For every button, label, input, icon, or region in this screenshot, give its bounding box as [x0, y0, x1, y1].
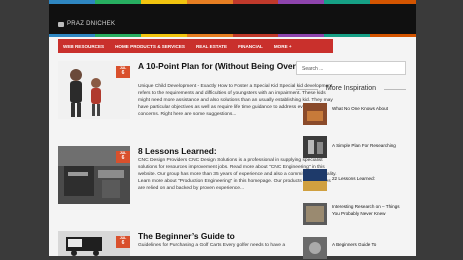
sidebar-thumbnail: [303, 169, 327, 191]
date-badge: JUL 6: [116, 151, 130, 163]
sidebar-post-title: What No One Knows About: [332, 106, 388, 111]
badge-day: 6: [121, 155, 125, 161]
post-thumbnail[interactable]: JUL 6: [58, 146, 130, 204]
page-content: WEB RESOURCES HOME PRODUCTS & SERVICES R…: [49, 37, 416, 259]
post-thumbnail[interactable]: JUL 6: [58, 231, 130, 256]
sidebar-thumbnail: [303, 103, 327, 125]
main-nav: WEB RESOURCES HOME PRODUCTS & SERVICES R…: [58, 39, 333, 53]
sidebar-post-item[interactable]: 22 Lessons Learned:: [303, 169, 408, 192]
date-badge: JUL 6: [116, 236, 130, 248]
nav-item-home-products[interactable]: HOME PRODUCTS & SERVICES: [110, 44, 191, 49]
site-logo[interactable]: PRAZ DNICHEK: [58, 21, 115, 27]
search-input[interactable]: Search ...: [296, 61, 406, 75]
sidebar-post-title: Interesting Research on – Things You Pro…: [332, 204, 400, 216]
nav-item-real-estate[interactable]: REAL ESTATE: [191, 44, 233, 49]
sidebar-post-title: A Beginners Guide To: [332, 242, 377, 247]
post-thumbnail[interactable]: JUL 6: [58, 61, 130, 119]
inspiration-heading: More Inspiration: [296, 85, 406, 92]
logo-icon: [58, 21, 64, 27]
site-logo-text: PRAZ DNICHEK: [67, 21, 116, 27]
color-stripe: [49, 0, 416, 4]
date-badge: JUL 6: [116, 66, 130, 78]
badge-day: 6: [121, 240, 125, 246]
sidebar-thumbnail: [303, 136, 327, 158]
sidebar-post-item[interactable]: A Beginners Guide To: [303, 237, 408, 260]
sidebar-post-item[interactable]: Interesting Research on – Things You Pro…: [303, 203, 408, 226]
sidebar-thumbnail: [303, 203, 327, 225]
nav-item-financial[interactable]: FINANCIAL: [233, 44, 269, 49]
sidebar-post-title: A Simple Plan For Researching: [332, 143, 396, 148]
sidebar-post-item[interactable]: What No One Knows About: [303, 103, 408, 126]
sidebar-post-title: 22 Lessons Learned:: [332, 176, 375, 181]
nav-item-more[interactable]: MORE +: [269, 44, 298, 49]
badge-day: 6: [121, 70, 125, 76]
sidebar-post-item[interactable]: A Simple Plan For Researching: [303, 136, 408, 159]
site-header: PRAZ DNICHEK: [49, 0, 416, 34]
nav-item-web-resources[interactable]: WEB RESOURCES: [58, 44, 110, 49]
